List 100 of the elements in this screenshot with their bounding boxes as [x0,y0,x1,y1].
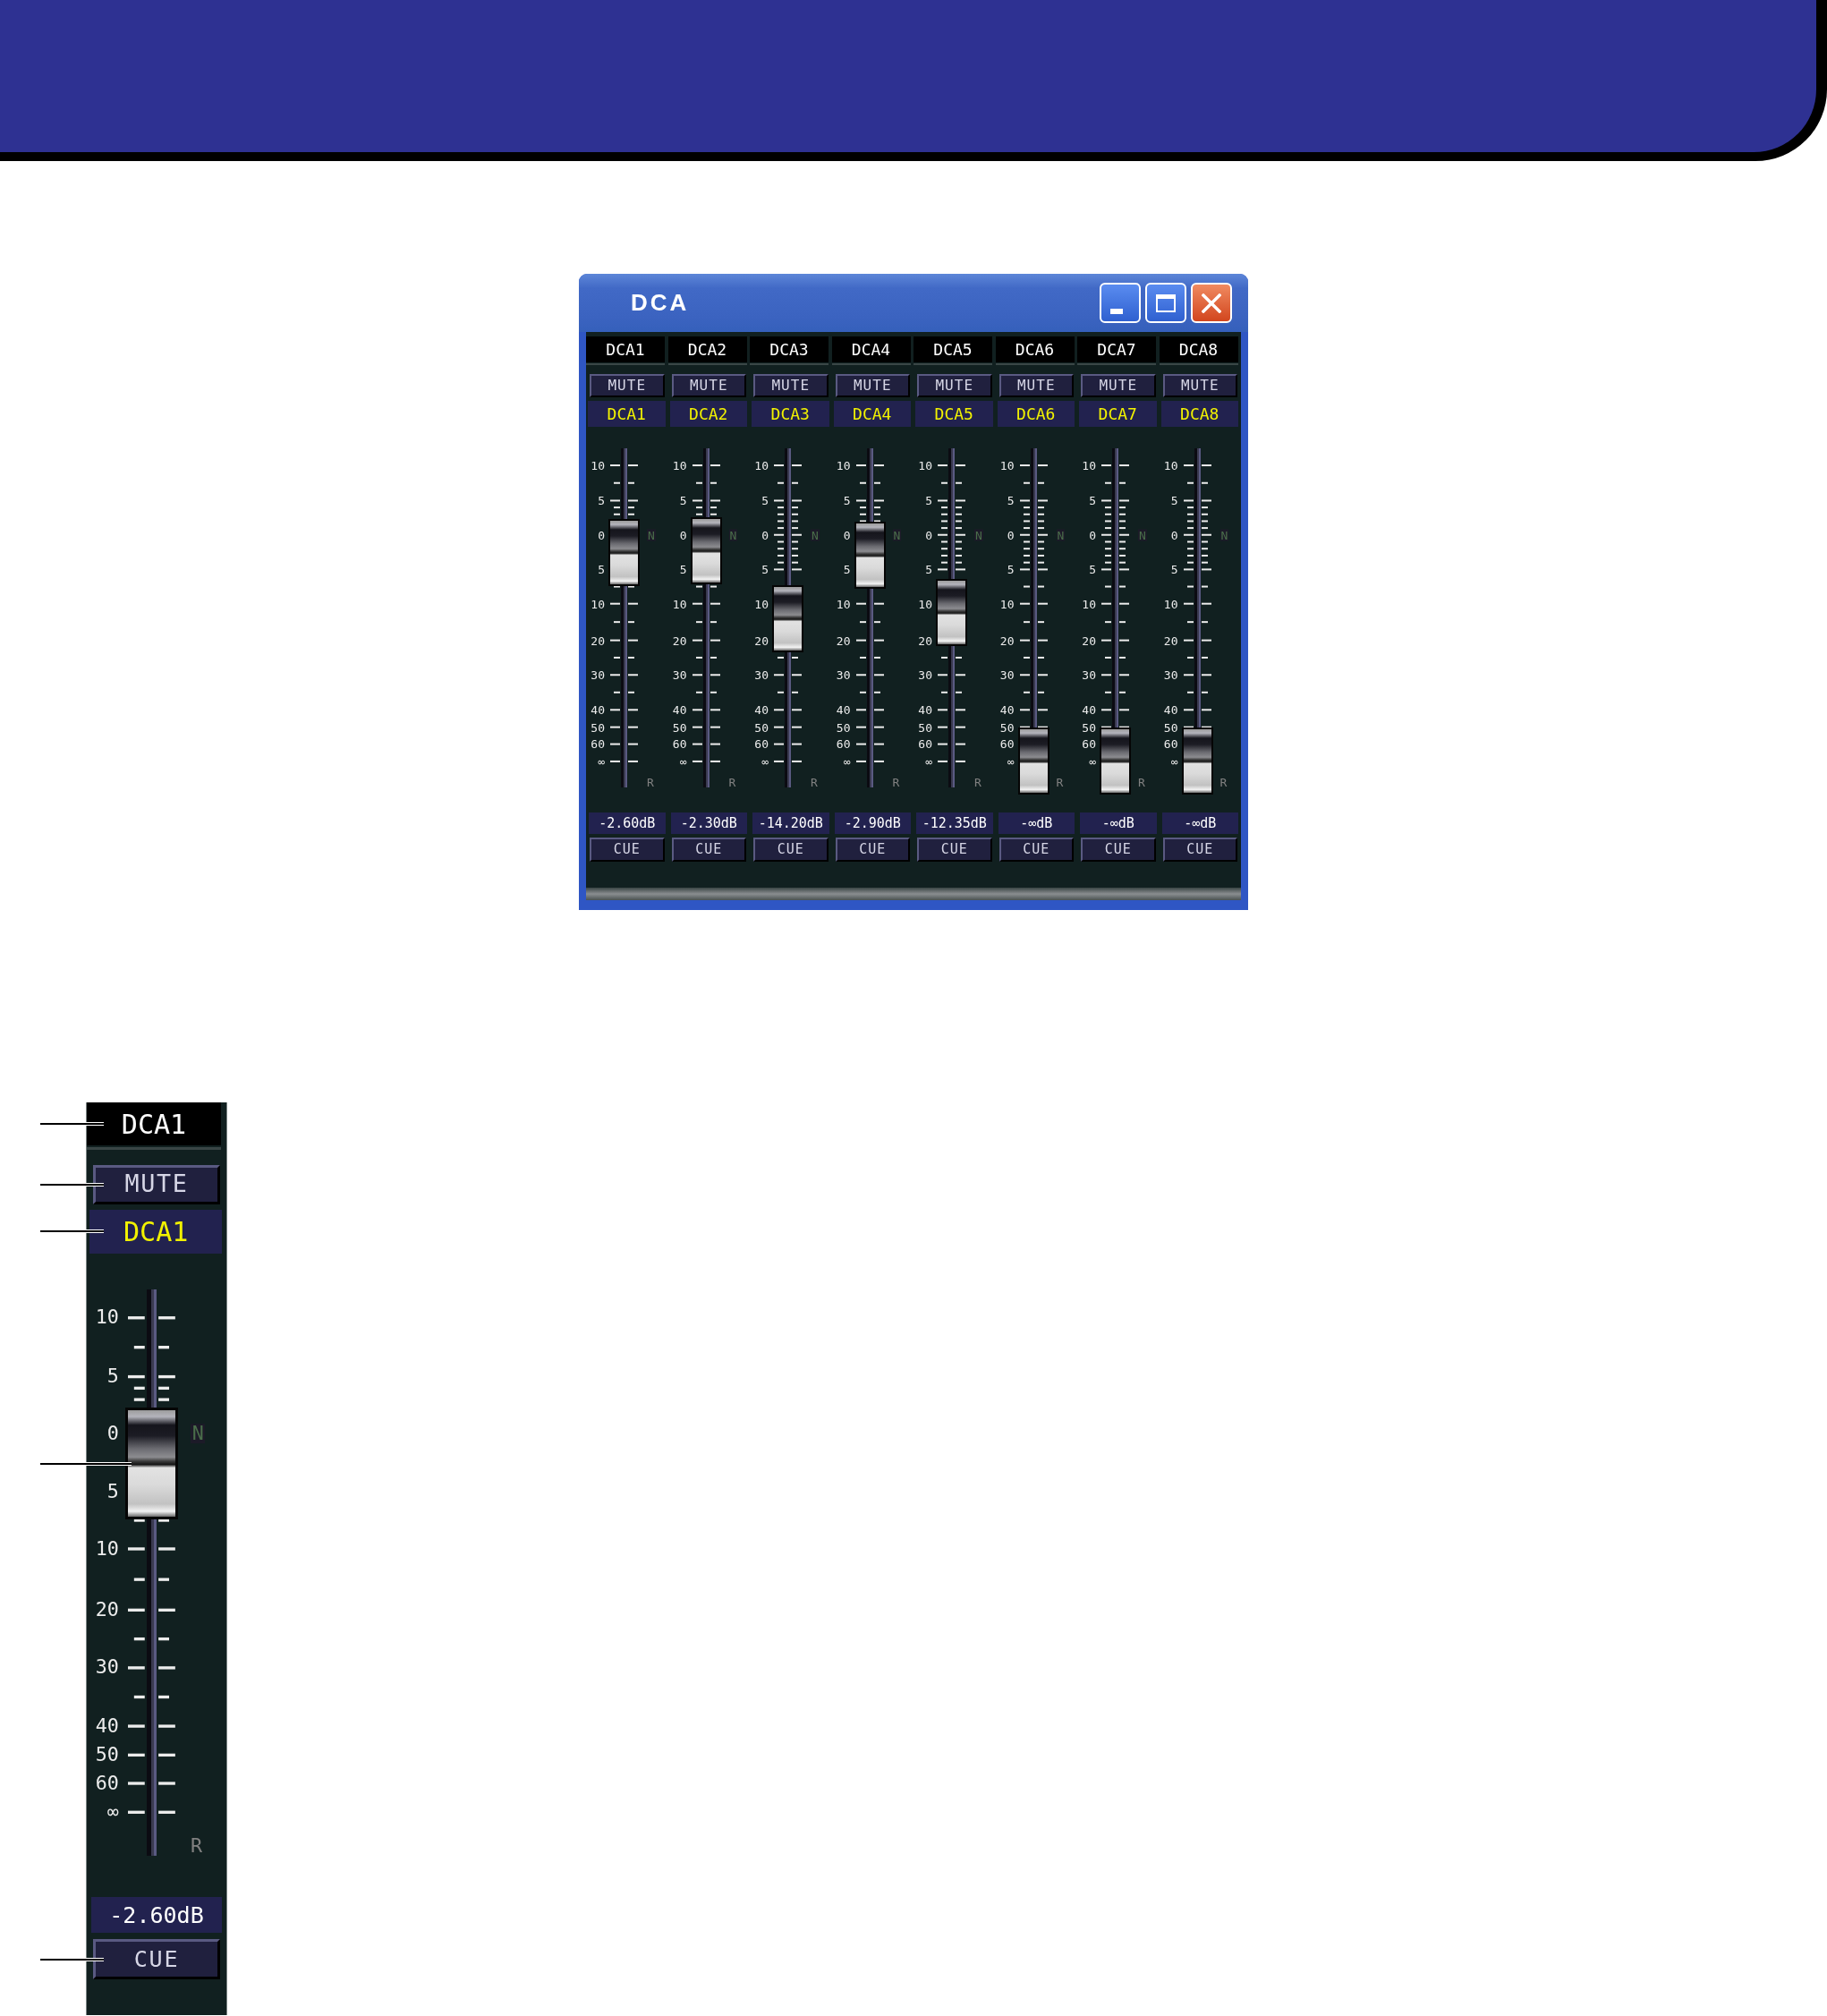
mute-button[interactable]: MUTE [671,374,746,397]
scale-label: 5 [679,563,687,575]
r-label: R [811,776,818,788]
scale-label: 10 [918,459,932,472]
cue-button[interactable]: CUE [835,838,910,862]
fader-knob[interactable] [772,585,803,653]
cue-button[interactable]: CUE [590,838,665,862]
cue-button[interactable]: CUE [917,838,992,862]
fader-knob[interactable] [936,578,967,646]
n-label: N [1219,529,1229,541]
scale-label: ∞ [843,755,851,768]
group-name-label: DCA2 [669,401,747,427]
scale-label: 40 [95,1715,119,1736]
level-readout: -∞dB [1080,812,1157,834]
scale-label: 5 [598,563,605,575]
scale-label: 5 [761,494,769,506]
mute-button[interactable]: MUTE [590,374,665,397]
n-label: N [1056,529,1066,541]
scale-label: 10 [95,1538,119,1559]
scale-label: 30 [591,668,605,681]
mute-button[interactable]: MUTE [998,374,1074,397]
group-name-label: DCA3 [752,401,829,427]
scale-label: 60 [754,738,769,750]
cue-button[interactable]: CUE [92,1939,221,1980]
scale-label: 30 [672,668,687,681]
level-readout: -∞dB [1161,812,1238,834]
n-label: N [892,529,902,541]
scale-label: 30 [1082,668,1096,681]
scale-label: 10 [591,459,605,472]
r-label: R [1056,776,1064,788]
r-label: R [1219,776,1228,788]
scale-label: 10 [1082,598,1096,610]
scale-label: 5 [1089,563,1096,575]
scale-label: 0 [1007,529,1015,541]
group-name-label: DCA8 [1160,401,1238,427]
mute-button[interactable]: MUTE [1162,374,1237,397]
channel-name-label: DCA3 [750,336,829,362]
mute-button[interactable]: MUTE [92,1165,221,1204]
scale-label: 20 [95,1600,119,1620]
scale-label: 20 [1163,634,1178,646]
cue-button[interactable]: CUE [753,838,829,862]
scale-label: 10 [999,598,1015,610]
cue-button[interactable]: CUE [998,838,1074,862]
mute-button[interactable]: MUTE [917,374,992,397]
maximize-button[interactable] [1145,283,1186,323]
minimize-button[interactable] [1100,283,1141,323]
group-name-label: DCA1 [89,1210,222,1254]
fader-knob[interactable] [1100,727,1131,795]
scale-label: 0 [679,529,687,541]
fader-knob[interactable] [854,521,886,589]
scale-label: 0 [106,1424,119,1443]
group-name-label: DCA1 [588,401,666,427]
scale-label: 0 [1170,529,1178,541]
scale-label: 60 [836,738,851,750]
scale-label: 0 [925,529,932,541]
fader-knob[interactable] [124,1407,179,1520]
fader-knob[interactable] [690,516,722,584]
scale-label: 50 [999,721,1015,734]
fader-knob[interactable] [1181,727,1213,795]
mute-button[interactable]: MUTE [753,374,829,397]
scale-label: 60 [1082,738,1096,750]
n-label: N [811,529,820,541]
level-readout: -14.20dB [752,812,829,834]
scale-label: 5 [1089,494,1096,506]
mute-button[interactable]: MUTE [1081,374,1156,397]
scale-label: 20 [672,634,687,646]
scale-label: 40 [1163,703,1178,716]
scale-label: 30 [836,668,851,681]
scale-label: 40 [1082,703,1096,716]
level-readout: -2.90dB [834,812,911,834]
scale-label: 30 [918,668,932,681]
scale-label: 50 [672,721,687,734]
mute-button[interactable]: MUTE [835,374,910,397]
scale-label: 0 [1089,529,1096,541]
fader-knob[interactable] [608,519,640,587]
close-button[interactable] [1191,283,1232,323]
channel-name-label: DCA8 [1159,336,1238,362]
fader-knob[interactable] [1017,727,1049,795]
scale-label: 5 [1007,494,1015,506]
r-label: R [190,1836,202,1856]
group-name-label: DCA6 [997,401,1075,427]
cue-button[interactable]: CUE [1162,838,1237,862]
channel-name-label: DCA6 [995,336,1075,362]
cue-button[interactable]: CUE [1081,838,1156,862]
scale-label: 5 [1170,563,1178,575]
n-label: N [1138,529,1147,541]
scale-label: 5 [679,494,687,506]
n-label: N [974,529,983,541]
group-name-label: DCA7 [1079,401,1157,427]
n-label: N [647,529,656,541]
cue-button[interactable]: CUE [671,838,746,862]
scale-label: 10 [95,1307,119,1328]
scale-label: ∞ [679,755,687,768]
group-name-label: DCA4 [833,401,911,427]
channel-name-label: DCA7 [1077,336,1156,362]
channel-name-label: DCA2 [667,336,747,362]
scale-label: ∞ [1170,755,1178,768]
scale-label: ∞ [598,755,605,768]
scale-label: ∞ [1007,755,1015,768]
scale-label: 5 [106,1366,119,1386]
